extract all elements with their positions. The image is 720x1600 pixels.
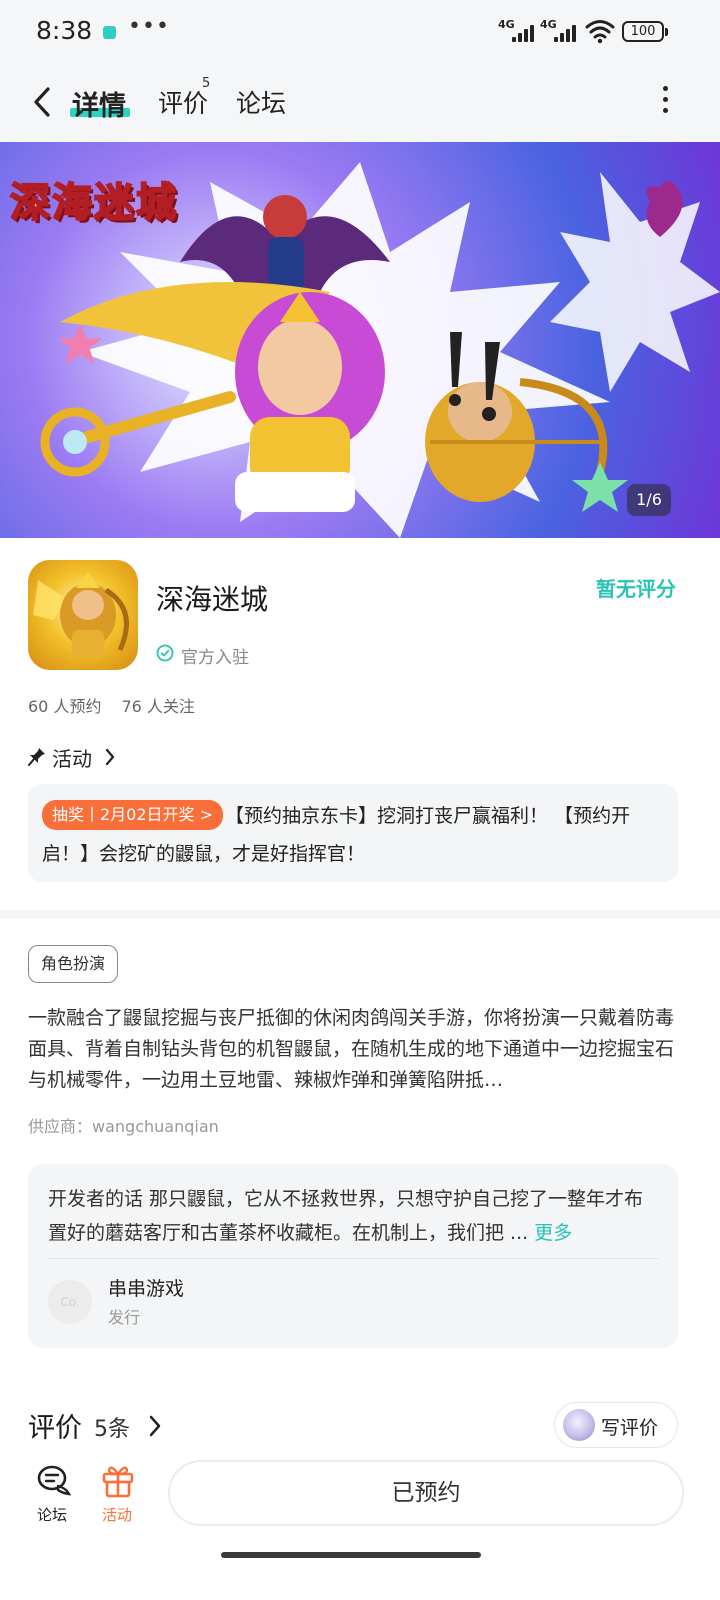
tab-forum[interactable]: 论坛 <box>236 84 286 120</box>
status-more-dots: ••• <box>128 14 170 39</box>
follower-count: 76 人关注 <box>121 697 195 716</box>
reservation-count: 60 人预约 <box>28 697 102 716</box>
battery-level: 100 <box>630 24 656 39</box>
nav-activity-label[interactable]: 活动 <box>102 1504 132 1525</box>
gift-icon[interactable] <box>101 1462 135 1498</box>
activity-text-block: 抽奖丨2月02日开奖 > 【预约抽京东卡】挖洞打丧尸赢福利！ 【预约开启！】会挖矿… <box>42 797 670 873</box>
reviews-count: 5条 <box>94 1417 130 1442</box>
write-review-button[interactable]: 写评价 <box>554 1402 678 1448</box>
home-indicator[interactable] <box>221 1552 481 1558</box>
status-bar: 8:38 ••• 4G 4G 100 <box>0 0 720 64</box>
signal-icon: 4G <box>540 18 576 44</box>
battery-icon: 100 <box>622 21 668 42</box>
nav-forum-label[interactable]: 论坛 <box>37 1504 67 1525</box>
more-link[interactable]: 更多 <box>534 1222 572 1244</box>
signal-icon: 4G <box>498 18 534 44</box>
bottom-bar: 论坛 活动 已预约 <box>0 1448 720 1600</box>
activity-card[interactable]: 抽奖丨2月02日开奖 > 【预约抽京东卡】挖洞打丧尸赢福利！ 【预约开启！】会挖矿… <box>28 784 678 882</box>
chevron-right-icon <box>105 748 115 766</box>
game-description[interactable]: 一款融合了鼹鼠挖掘与丧尸抵御的休闲肉鸽闯关手游，你将扮演一只戴着防毒面具、背着自… <box>28 1003 678 1096</box>
taptap-notification-icon <box>103 26 116 39</box>
back-arrow-icon[interactable] <box>28 84 58 120</box>
write-review-label: 写评价 <box>601 1417 659 1439</box>
user-avatar <box>563 1409 595 1441</box>
more-vertical-icon[interactable] <box>660 86 670 118</box>
top-nav: 详情 评价 5 论坛 <box>0 64 720 142</box>
publisher-role: 发行 <box>108 1308 141 1327</box>
network-label: 4G <box>498 18 515 31</box>
wifi-icon <box>585 20 615 44</box>
reviews-title: 评价 <box>28 1413 82 1444</box>
status-time: 8:38 <box>36 16 93 45</box>
forum-chat-icon[interactable] <box>36 1464 72 1498</box>
reserved-button[interactable]: 已预约 <box>168 1460 684 1526</box>
genre-tag[interactable]: 角色扮演 <box>28 945 119 983</box>
banner-page-counter: 1/6 <box>627 484 671 516</box>
banner-logo-text: 深海迷城 <box>9 179 178 227</box>
app-title: 深海迷城 <box>156 583 269 616</box>
reviews-count-badge: 5 <box>202 76 211 91</box>
supplier-label: 供应商：wangchuanqian <box>28 1117 219 1136</box>
tab-reviews[interactable]: 评价 <box>158 84 208 120</box>
publisher-avatar[interactable]: Co. <box>48 1280 92 1324</box>
developer-card[interactable]: 开发者的话 那只鼹鼠，它从不拯救世界，只想守护自己挖了一整年才布置好的蘑菇客厅和… <box>28 1164 678 1348</box>
pin-icon <box>28 748 45 766</box>
section-divider <box>0 910 720 918</box>
publisher-name[interactable]: 串串游戏 <box>108 1274 184 1301</box>
rating-text: 暂无评分 <box>596 577 676 601</box>
lottery-tag[interactable]: 抽奖丨2月02日开奖 > <box>42 800 224 830</box>
developer-note: 开发者的话 那只鼹鼠，它从不拯救世界，只想守护自己挖了一整年才布置好的蘑菇客厅和… <box>48 1182 660 1250</box>
verified-check-icon <box>156 644 174 662</box>
developer-divider <box>48 1258 658 1259</box>
app-stats: 60 人预约 76 人关注 <box>28 693 195 717</box>
tab-details[interactable]: 详情 <box>72 84 126 123</box>
app-icon <box>28 560 138 670</box>
chevron-right-icon <box>149 1415 161 1437</box>
hero-banner[interactable]: 深海迷城 <box>0 142 720 538</box>
activity-label: 活动 <box>52 747 92 771</box>
official-label: 官方入驻 <box>181 648 249 668</box>
network-label: 4G <box>540 18 557 31</box>
